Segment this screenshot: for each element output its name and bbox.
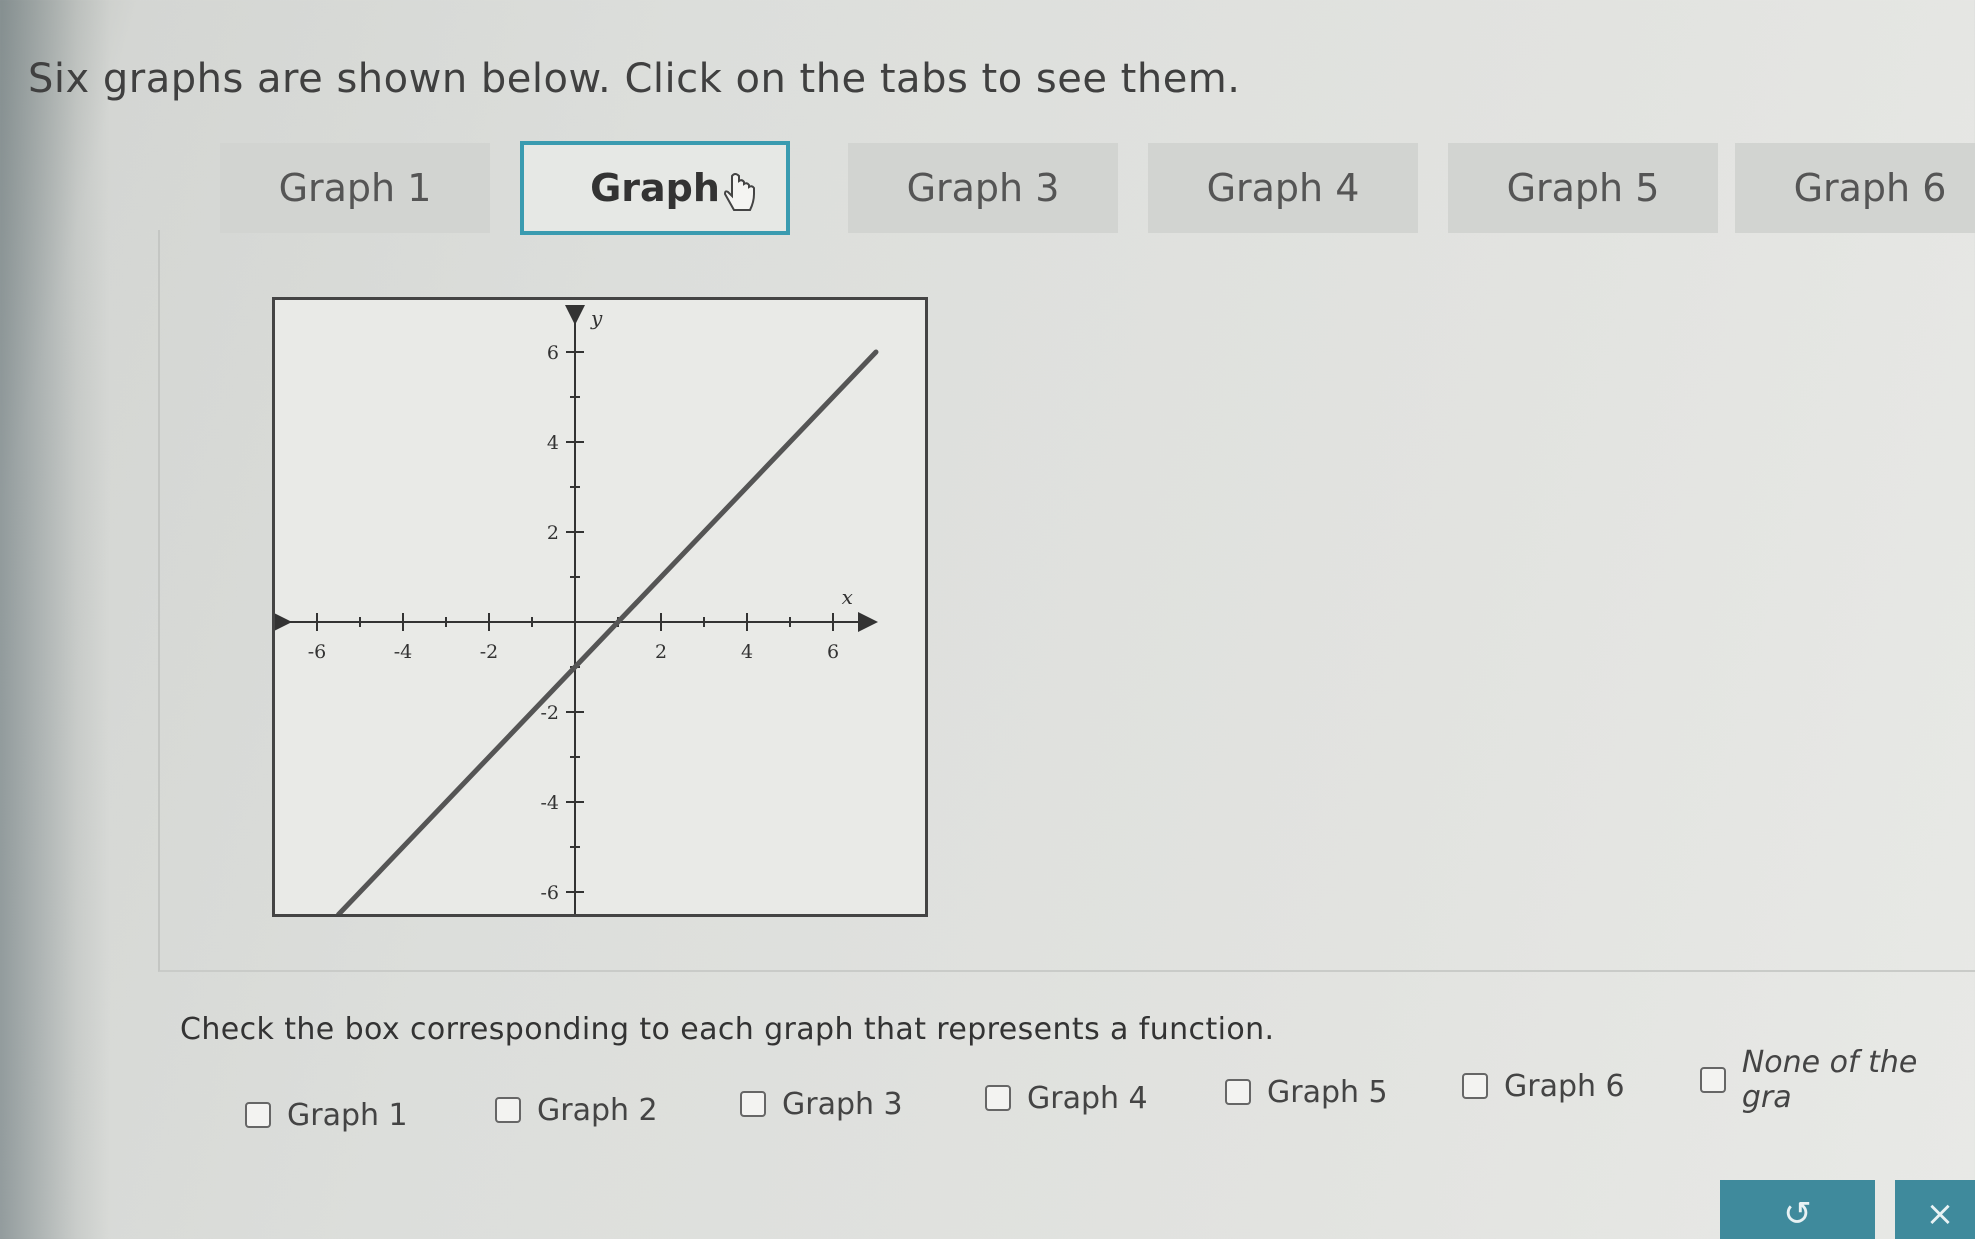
option-label: Graph 4: [1027, 1080, 1148, 1116]
x-tick-label: -6: [308, 641, 327, 663]
option-graph-2[interactable]: Graph 2: [495, 1090, 658, 1130]
y-tick-label: 2: [547, 522, 559, 544]
graph-svg: -6 -4 -2 2 4 6 6 4 2 -2 -4 -6 x y: [275, 305, 879, 914]
option-label: Graph 2: [537, 1092, 658, 1128]
option-graph-1[interactable]: Graph 1: [245, 1095, 408, 1135]
option-label: Graph 6: [1504, 1068, 1625, 1104]
option-graph-4[interactable]: Graph 4: [985, 1078, 1148, 1118]
plotted-line: [336, 349, 879, 914]
checkbox-graph-5[interactable]: [1225, 1079, 1251, 1105]
checkbox-graph-4[interactable]: [985, 1085, 1011, 1111]
tab-graph-1[interactable]: Graph 1: [220, 143, 490, 233]
checkbox-graph-6[interactable]: [1462, 1073, 1488, 1099]
y-tick-label: -4: [540, 792, 559, 814]
tab-graph-4[interactable]: Graph 4: [1148, 143, 1418, 233]
close-icon: ×: [1925, 1194, 1955, 1234]
tick-labels: -6 -4 -2 2 4 6 6 4 2 -2 -4 -6 x y: [308, 306, 853, 904]
tab-graph-6[interactable]: Graph 6: [1735, 143, 1975, 233]
y-tick-label: -6: [540, 882, 559, 904]
close-button[interactable]: ×: [1895, 1180, 1975, 1239]
graph-tabs: Graph 1 Graph Graph 3 Graph 4 Graph 5 Gr…: [220, 141, 1975, 235]
option-none[interactable]: None of the gra: [1700, 1045, 1975, 1115]
check-prompt: Check the box corresponding to each grap…: [180, 1012, 1275, 1047]
question-prompt: Six graphs are shown below. Click on the…: [28, 56, 1241, 102]
option-graph-5[interactable]: Graph 5: [1225, 1072, 1388, 1112]
x-tick-label: 4: [741, 641, 753, 663]
option-label: None of the gra: [1741, 1045, 1918, 1115]
x-tick-label: 2: [655, 641, 667, 663]
x-tick-label: -2: [480, 641, 499, 663]
option-label: Graph 5: [1267, 1074, 1388, 1110]
y-axis-label: y: [590, 306, 603, 330]
undo-icon: ↺: [1783, 1194, 1812, 1234]
option-label: Graph 3: [782, 1086, 903, 1122]
option-graph-3[interactable]: Graph 3: [740, 1084, 903, 1124]
undo-button[interactable]: ↺: [1720, 1180, 1875, 1239]
graph-area: -6 -4 -2 2 4 6 6 4 2 -2 -4 -6 x y: [272, 297, 928, 917]
y-tick-label: -2: [540, 702, 559, 724]
tab-graph-5[interactable]: Graph 5: [1448, 143, 1718, 233]
series-line: [336, 349, 879, 914]
checkbox-graph-1[interactable]: [245, 1102, 271, 1128]
option-label: Graph 1: [287, 1097, 408, 1133]
checkbox-graph-3[interactable]: [740, 1091, 766, 1117]
hand-pointer-icon: [723, 173, 755, 211]
axes: [275, 305, 878, 914]
x-axis-label: x: [842, 585, 853, 609]
y-tick-label: 4: [547, 432, 559, 454]
x-tick-label: 6: [827, 641, 839, 663]
y-tick-label: 6: [547, 342, 559, 364]
x-tick-label: -4: [394, 641, 413, 663]
left-shadow: [0, 0, 110, 1239]
option-graph-6[interactable]: Graph 6: [1462, 1066, 1625, 1106]
checkbox-graph-2[interactable]: [495, 1097, 521, 1123]
checkbox-none[interactable]: [1700, 1067, 1726, 1093]
tab-graph-3[interactable]: Graph 3: [848, 143, 1118, 233]
